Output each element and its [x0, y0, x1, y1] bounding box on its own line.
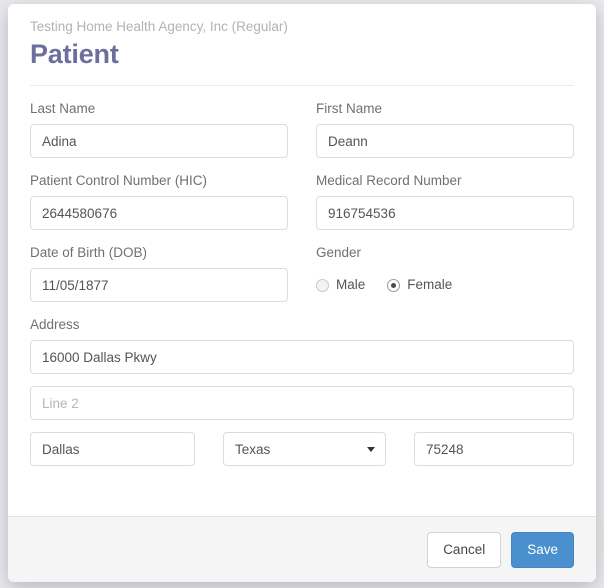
zip-field: [414, 432, 574, 466]
gender-radio-male[interactable]: Male: [316, 276, 365, 294]
patient-control-number-input[interactable]: [30, 196, 288, 230]
modal-header: Testing Home Health Agency, Inc (Regular…: [30, 18, 574, 86]
identifier-row: Patient Control Number (HIC) Medical Rec…: [30, 172, 574, 230]
medical-record-number-input[interactable]: [316, 196, 574, 230]
gender-radio-female-label: Female: [407, 277, 453, 292]
cancel-button[interactable]: Cancel: [427, 531, 502, 568]
city-field: [30, 432, 195, 466]
dob-gender-row: Date of Birth (DOB) Gender Male Female: [30, 244, 574, 302]
agency-subtitle: Testing Home Health Agency, Inc (Regular…: [30, 19, 288, 34]
address-label: Address: [30, 317, 80, 332]
address-row: Address: [30, 316, 574, 420]
gender-label: Gender: [316, 245, 362, 260]
page-title: Patient: [30, 39, 119, 69]
page-scrollbar[interactable]: [598, 520, 603, 554]
address-line1-input[interactable]: [30, 340, 574, 374]
patient-control-number-label: Patient Control Number (HIC): [30, 173, 208, 188]
first-name-label: First Name: [316, 101, 383, 116]
radio-checked-icon: [387, 278, 401, 292]
radio-unchecked-icon: [316, 278, 329, 292]
first-name-field: First Name: [316, 100, 574, 158]
zip-input[interactable]: [414, 432, 574, 466]
gender-radio-male-label: Male: [336, 277, 366, 292]
last-name-label: Last Name: [30, 101, 96, 116]
date-of-birth-label: Date of Birth (DOB): [30, 245, 148, 260]
medical-record-number-label: Medical Record Number: [316, 173, 462, 188]
state-field: [223, 432, 386, 466]
medical-record-number-field: Medical Record Number: [316, 172, 574, 230]
date-of-birth-input[interactable]: [30, 268, 288, 302]
gender-radio-group: Male Female: [316, 268, 574, 302]
modal-body: Testing Home Health Agency, Inc (Regular…: [8, 4, 596, 516]
city-state-zip-row: [30, 432, 574, 466]
name-row: Last Name First Name: [30, 100, 574, 158]
last-name-input[interactable]: [30, 124, 288, 158]
city-input[interactable]: [30, 432, 195, 466]
address-line2-input[interactable]: [30, 386, 574, 420]
patient-modal: Testing Home Health Agency, Inc (Regular…: [8, 4, 596, 582]
patient-control-number-field: Patient Control Number (HIC): [30, 172, 288, 230]
gender-field: Gender Male Female: [316, 244, 574, 302]
gender-radio-female[interactable]: Female: [387, 276, 452, 294]
date-of-birth-field: Date of Birth (DOB): [30, 244, 288, 302]
modal-footer: Cancel Save: [8, 516, 596, 582]
first-name-input[interactable]: [316, 124, 574, 158]
last-name-field: Last Name: [30, 100, 288, 158]
state-select[interactable]: [223, 432, 386, 466]
address-field: Address: [30, 316, 574, 420]
header-divider: [30, 85, 574, 86]
save-button[interactable]: Save: [511, 531, 574, 568]
